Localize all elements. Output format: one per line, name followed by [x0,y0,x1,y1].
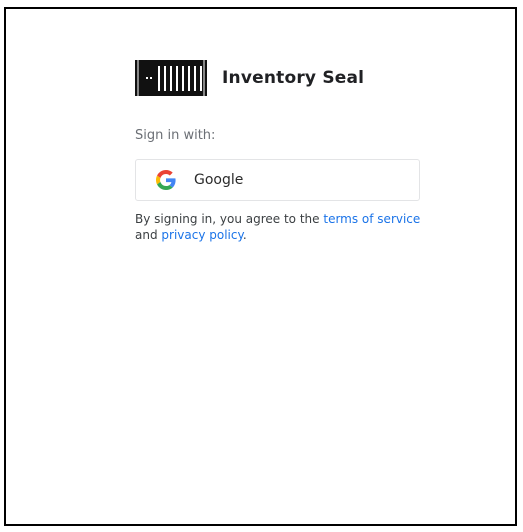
terms-prefix-text: By signing in, you agree to the [135,212,324,226]
google-g-icon [156,170,176,190]
app-window: Inventory Seal Sign in with: Google By s… [4,7,517,526]
container-logo-icon [135,60,207,96]
terms-middle-text: and [135,228,162,242]
privacy-policy-link[interactable]: privacy policy [161,228,242,242]
login-panel: Inventory Seal Sign in with: Google By s… [135,57,423,243]
terms-notice: By signing in, you agree to the terms of… [135,211,423,243]
app-title: Inventory Seal [222,68,365,88]
google-button-label: Google [194,172,244,188]
google-sign-in-button[interactable]: Google [135,159,420,201]
terms-suffix-text: . [242,228,247,242]
brand-header: Inventory Seal [135,57,423,99]
terms-of-service-link[interactable]: terms of service [323,212,420,226]
sign-in-label: Sign in with: [135,128,216,143]
